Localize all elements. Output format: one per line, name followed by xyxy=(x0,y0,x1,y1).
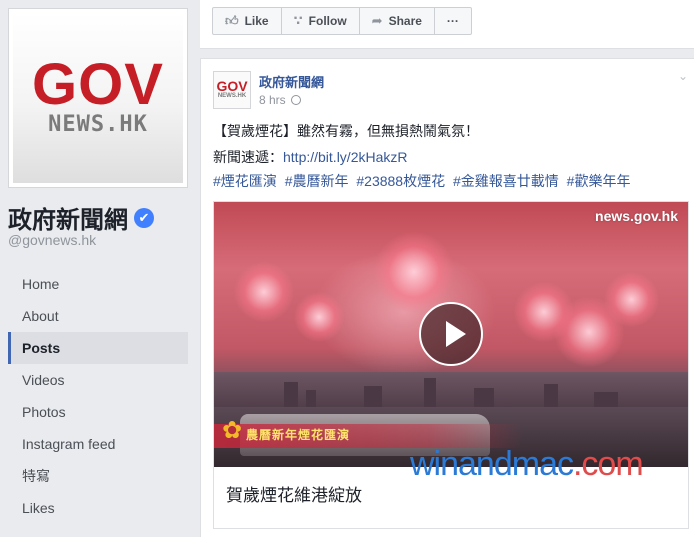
watermark-part-1: winandmac xyxy=(410,445,574,483)
page-title: 政府新聞網 ✔ xyxy=(8,200,154,235)
follow-label: Follow xyxy=(308,14,347,28)
hashtag-link[interactable]: #金雞報喜廿載情 xyxy=(453,173,559,189)
nav-item-about[interactable]: About xyxy=(8,300,188,332)
video-title[interactable]: 賀歲煙花維港綻放 xyxy=(226,481,362,506)
share-button[interactable]: ➦ Share xyxy=(358,7,435,35)
more-options-button[interactable]: ··· xyxy=(433,7,472,35)
post-meta: 8 hrs xyxy=(259,93,301,107)
post-author-link[interactable]: 政府新聞網 xyxy=(259,72,324,91)
post-link-line: 新聞速遞：http://bit.ly/2kHakzR xyxy=(213,148,408,166)
logo-gov-text: GOV xyxy=(32,52,164,117)
profile-picture[interactable]: GOV NEWS.HK xyxy=(8,8,188,188)
plum-blossom-icon: ✿ xyxy=(222,417,243,444)
like-label: Like xyxy=(244,14,269,28)
post-timestamp[interactable]: 8 hrs xyxy=(259,93,286,107)
page-action-bar: 👍︎ Like ∵ Follow ➦ Share ··· xyxy=(200,0,694,49)
post-hashtags: #煙花匯演 #農曆新年 #23888枚煙花 #金雞報喜廿載情 #歡樂年年 xyxy=(213,172,634,190)
newsgovhk-watermark: news.gov.hk xyxy=(595,208,678,224)
nav-item-photos[interactable]: Photos xyxy=(8,396,188,428)
share-arrow-icon: ➦ xyxy=(371,13,383,28)
chevron-down-icon[interactable]: ⌄ xyxy=(678,69,688,83)
hashtag-link[interactable]: #歡樂年年 xyxy=(567,173,631,189)
video-caption-overlay: 農曆新年煙花匯演 xyxy=(246,428,351,442)
play-icon[interactable] xyxy=(419,302,483,366)
city-skyline xyxy=(214,372,688,412)
watermark-part-2: .com xyxy=(572,445,644,483)
govnews-logo: GOV NEWS.HK xyxy=(13,13,183,183)
share-label: Share xyxy=(388,14,422,28)
like-button[interactable]: 👍︎ Like xyxy=(212,7,282,35)
post-link-prefix: 新聞速遞： xyxy=(213,149,283,165)
follow-button[interactable]: ∵ Follow xyxy=(280,7,360,35)
nav-item-posts[interactable]: Posts xyxy=(8,332,188,364)
hashtag-link[interactable]: #農曆新年 xyxy=(285,173,349,189)
action-button-group: 👍︎ Like ∵ Follow ➦ Share ··· xyxy=(212,7,472,35)
avatar-news-text: NEWS.HK xyxy=(217,93,247,99)
more-dots-icon: ··· xyxy=(446,14,459,28)
video-thumbnail[interactable]: ✿ 農曆新年煙花匯演 news.gov.hk xyxy=(214,202,688,467)
hashtag-link[interactable]: #23888枚煙花 xyxy=(356,173,445,189)
hashtag-link[interactable]: #煙花匯演 xyxy=(213,173,277,189)
post-avatar[interactable]: GOV NEWS.HK xyxy=(213,71,251,109)
nav-item-home[interactable]: Home xyxy=(8,268,188,300)
page-name-text: 政府新聞網 xyxy=(8,207,128,234)
rss-icon: ∵ xyxy=(293,13,303,28)
logo-news-text: NEWS.HK xyxy=(48,112,148,137)
avatar-gov-text: GOV xyxy=(216,78,248,94)
nav-item-features[interactable]: 特寫 xyxy=(8,460,188,492)
nav-item-videos[interactable]: Videos xyxy=(8,364,188,396)
page-handle[interactable]: @govnews.hk xyxy=(8,232,96,248)
verified-badge-icon: ✔ xyxy=(134,207,154,228)
thumbs-up-icon: 👍︎ xyxy=(225,13,239,28)
globe-icon xyxy=(290,95,301,105)
nav-item-likes[interactable]: Likes xyxy=(8,492,188,524)
post-text-line: 【賀歲煙花】雖然有霧，但無損熱鬧氣氛！ xyxy=(213,123,479,139)
page-nav: Home About Posts Videos Photos Instagram… xyxy=(8,268,188,524)
site-watermark: winandmac.com xyxy=(410,445,644,484)
post-short-link[interactable]: http://bit.ly/2kHakzR xyxy=(283,149,408,165)
nav-item-instagram-feed[interactable]: Instagram feed xyxy=(8,428,188,460)
